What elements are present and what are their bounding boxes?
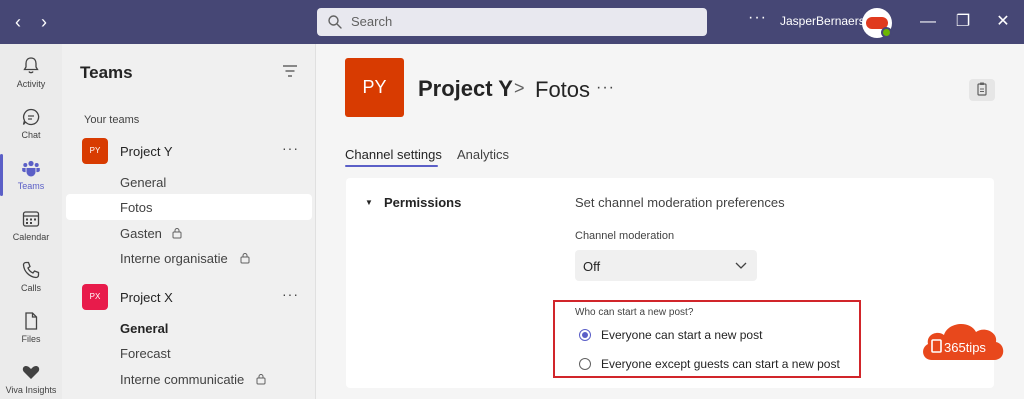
moderation-value: Off	[583, 259, 601, 274]
channel-name: Interne organisatie	[120, 251, 228, 266]
channel-more-button[interactable]: ···	[596, 79, 615, 97]
tab-active-indicator	[345, 165, 438, 167]
rail-item-chat[interactable]: Chat	[0, 99, 62, 149]
breadcrumb-separator: >	[514, 78, 525, 98]
restore-button[interactable]: ❐	[953, 12, 973, 32]
settings-card: ▼ Permissions Set channel moderation pre…	[346, 178, 994, 388]
team-name: Project X	[120, 290, 173, 305]
file-icon	[25, 312, 38, 330]
channel-item-fotos[interactable]: Fotos	[66, 194, 312, 220]
365tips-logo: 365tips	[923, 324, 1004, 360]
lock-icon	[240, 253, 250, 264]
rail-item-teams[interactable]: Teams	[0, 150, 62, 200]
channel-name: Interne communicatie	[120, 372, 245, 387]
minimize-button[interactable]: —	[918, 12, 938, 32]
search-icon	[328, 15, 342, 29]
channel-item-gasten[interactable]: Gasten	[66, 220, 312, 246]
back-button[interactable]: ‹	[6, 10, 30, 34]
tab-channel-settings[interactable]: Channel settings	[345, 147, 442, 162]
chevron-down-icon	[735, 262, 747, 269]
app-rail: Activity Chat Teams Calendar Calls Files…	[0, 44, 62, 399]
team-more-button[interactable]: ···	[282, 286, 299, 302]
team-more-button[interactable]: ···	[282, 140, 299, 156]
forward-button[interactable]: ›	[32, 10, 56, 34]
rail-label: Calls	[20, 283, 41, 293]
radio-button[interactable]	[579, 358, 591, 370]
lock-icon	[256, 374, 266, 385]
channel-item-interne-communicatie[interactable]: Interne communicatie	[66, 366, 312, 392]
close-button[interactable]: ✕	[993, 12, 1013, 32]
radio-button-checked[interactable]	[579, 329, 591, 341]
breadcrumb-team[interactable]: Project Y	[418, 76, 513, 102]
team-avatar: PX	[82, 284, 108, 310]
highlight-box: Who can start a new post? Everyone can s…	[553, 300, 861, 378]
moderation-label: Channel moderation	[575, 230, 675, 242]
calendar-icon	[22, 211, 40, 227]
bell-icon	[23, 57, 39, 74]
team-avatar: PY	[82, 138, 108, 164]
channel-name: General	[120, 321, 169, 336]
permissions-description: Set channel moderation preferences	[575, 195, 785, 210]
collapse-caret-icon[interactable]: ▼	[365, 198, 373, 207]
channel-item-general[interactable]: General	[66, 315, 312, 341]
team-row-project-y[interactable]: PY Project Y ···	[66, 138, 312, 166]
rail-label: Calendar	[12, 232, 50, 242]
presence-available-icon	[881, 27, 892, 38]
team-name: Project Y	[120, 144, 173, 159]
radio-everyone-except-guests[interactable]: Everyone except guests can start a new p…	[575, 356, 855, 374]
section-label: Your teams	[84, 114, 140, 126]
channel-name: Gasten	[120, 226, 162, 241]
avatar[interactable]	[862, 8, 892, 38]
teams-panel: Teams Your teams PY Project Y ··· Genera…	[62, 44, 316, 399]
clipboard-button[interactable]	[969, 79, 995, 101]
rail-label: Activity	[16, 79, 46, 89]
tab-analytics[interactable]: Analytics	[457, 147, 509, 162]
search-placeholder: Search	[351, 14, 393, 29]
channel-item-general[interactable]: General	[66, 169, 312, 195]
radio-label: Everyone except guests can start a new p…	[601, 357, 840, 371]
user-name: JasperBernaers	[780, 14, 865, 28]
channel-item-forecast[interactable]: Forecast	[66, 340, 312, 366]
moderation-dropdown[interactable]: Off	[575, 250, 757, 281]
team-avatar-large: PY	[345, 58, 404, 117]
rail-label: Files	[21, 334, 41, 344]
settings-more-button[interactable]: ···	[748, 9, 767, 27]
rail-item-calls[interactable]: Calls	[0, 252, 62, 302]
rail-item-viva-insights[interactable]: Viva Insights	[0, 354, 62, 399]
channel-name: Fotos	[120, 200, 153, 215]
filter-icon[interactable]	[282, 64, 298, 78]
title-bar: ‹ › Search ··· JasperBernaers — ❐ ✕	[0, 0, 1024, 44]
channel-item-interne-organisatie[interactable]: Interne organisatie	[66, 245, 312, 271]
channel-name: Forecast	[120, 346, 171, 361]
radio-everyone[interactable]: Everyone can start a new post	[575, 327, 855, 345]
phone-icon	[22, 261, 40, 279]
lock-icon	[172, 228, 182, 239]
rail-item-calendar[interactable]: Calendar	[0, 201, 62, 251]
rail-label: Chat	[21, 130, 41, 140]
radio-label: Everyone can start a new post	[601, 328, 763, 342]
permissions-heading[interactable]: Permissions	[384, 195, 461, 210]
search-input[interactable]: Search	[317, 8, 707, 36]
breadcrumb-channel: Fotos	[535, 77, 591, 102]
clipboard-icon	[977, 82, 987, 96]
channel-name: General	[120, 175, 167, 190]
panel-title: Teams	[80, 63, 133, 82]
rail-label: Viva Insights	[5, 385, 57, 395]
chat-icon	[22, 108, 40, 126]
rail-label: Teams	[17, 181, 45, 191]
teams-icon	[22, 160, 40, 177]
rail-item-activity[interactable]: Activity	[0, 48, 62, 98]
rail-item-files[interactable]: Files	[0, 303, 62, 353]
heart-icon	[22, 365, 40, 379]
who-can-post-label: Who can start a new post?	[575, 307, 694, 318]
team-row-project-x[interactable]: PX Project X ···	[66, 284, 312, 312]
svg-text:365tips: 365tips	[944, 340, 986, 355]
